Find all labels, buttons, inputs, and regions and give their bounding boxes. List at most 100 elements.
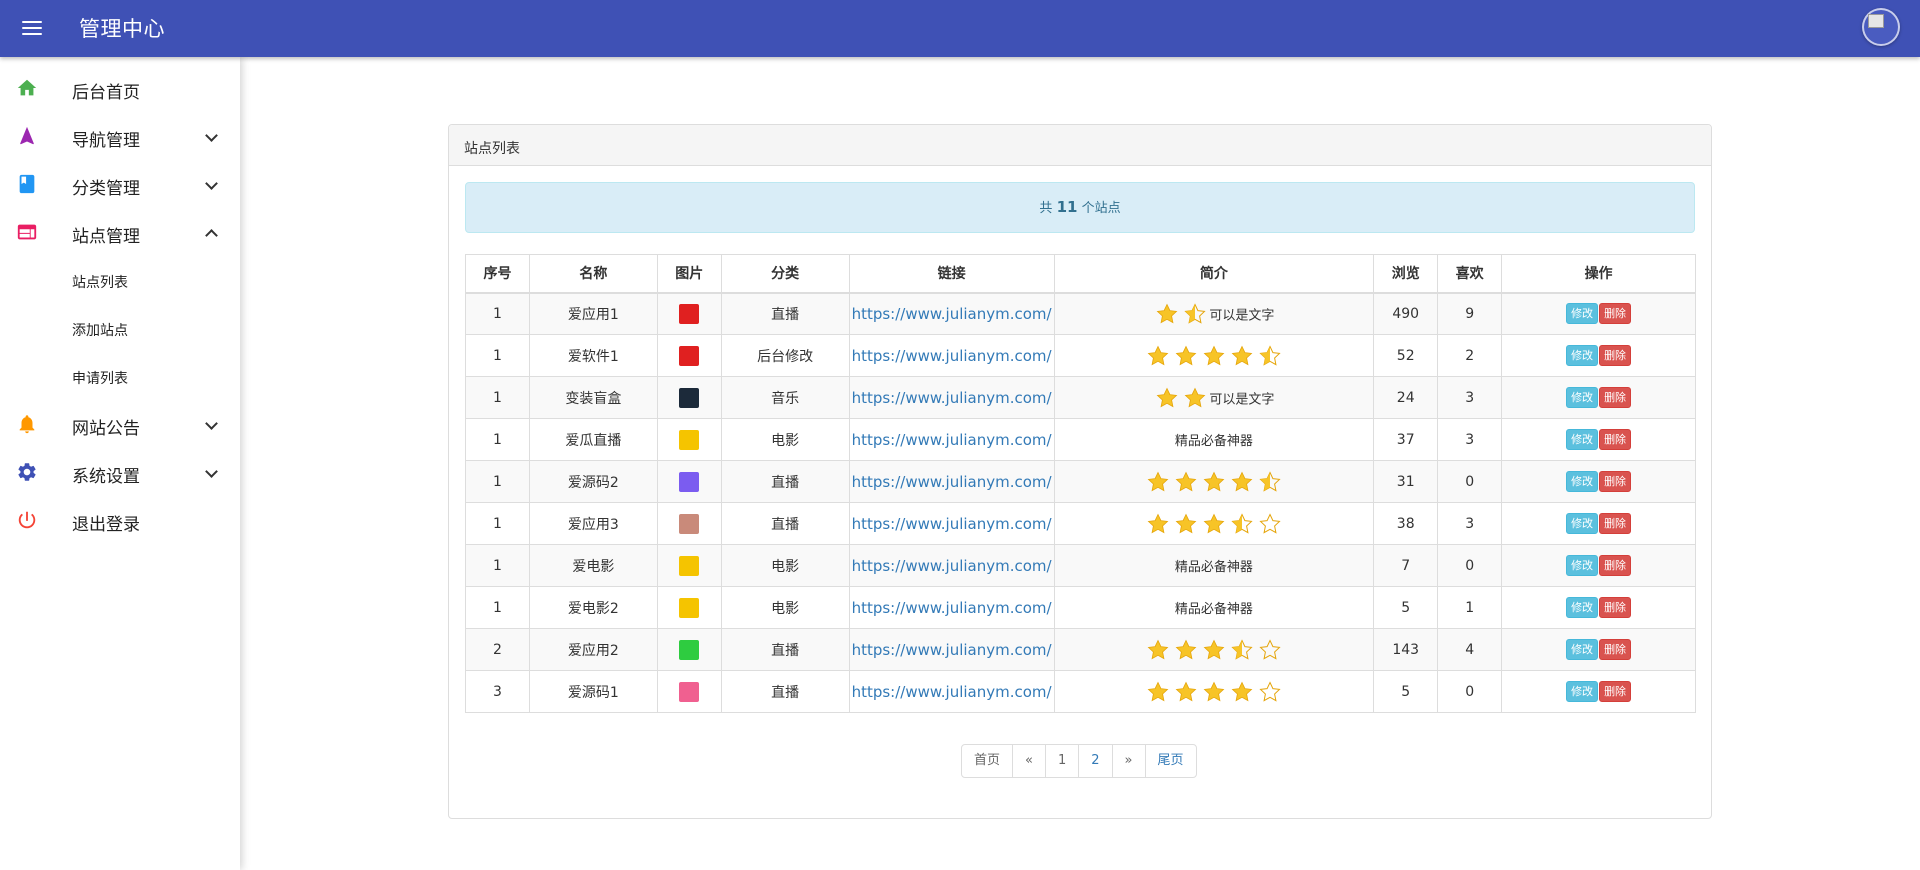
delete-button[interactable]: 删除 — [1599, 681, 1632, 702]
edit-button[interactable]: 修改 — [1566, 303, 1599, 325]
sidebar-item-category-manage[interactable]: 分类管理 — [0, 160, 240, 208]
home-icon — [17, 79, 37, 96]
sidebar-item-settings[interactable]: 系统设置 — [0, 448, 240, 496]
edit-button[interactable]: 修改 — [1566, 597, 1599, 618]
cell-category: 直播 — [720, 628, 850, 671]
star-filled-icon — [1146, 680, 1170, 704]
site-thumbnail-icon — [679, 345, 700, 366]
star-empty-icon — [1258, 638, 1282, 662]
hamburger-icon[interactable] — [20, 16, 44, 40]
site-link[interactable]: https://www.julianym.com/ — [852, 641, 1052, 659]
table-row: 1 爱源码2 直播 https://www.julianym.com/31 0 修改 删除 — [465, 460, 1696, 503]
site-link[interactable]: https://www.julianym.com/ — [852, 431, 1052, 449]
cell-image — [656, 376, 722, 419]
site-thumbnail-icon — [679, 303, 700, 324]
site-link[interactable]: https://www.julianym.com/ — [852, 473, 1052, 491]
app-title: 管理中心 — [79, 17, 165, 41]
page-1[interactable]: 1 — [1044, 745, 1078, 777]
cell-category: 电影 — [720, 418, 850, 461]
delete-button[interactable]: 删除 — [1599, 429, 1632, 450]
cell-name: 爱源码1 — [528, 670, 658, 713]
cell-link: https://www.julianym.com/ — [848, 502, 1055, 545]
page-2[interactable]: 2 — [1078, 745, 1111, 777]
star-filled-icon — [1146, 638, 1170, 662]
cell-category: 后台修改 — [720, 334, 850, 377]
sidebar-item-nav-manage[interactable]: 导航管理 — [0, 112, 240, 160]
page-prev[interactable]: « — [1012, 745, 1045, 777]
cell-likes: 3 — [1437, 502, 1503, 545]
site-link[interactable]: https://www.julianym.com/ — [852, 557, 1052, 575]
sidebar-subitem-applications[interactable]: 申请列表 — [0, 356, 240, 396]
sidebar-subitem-site-list[interactable]: 站点列表 — [0, 260, 240, 300]
cell-link: https://www.julianym.com/ — [848, 670, 1055, 713]
delete-button[interactable]: 删除 — [1599, 471, 1632, 492]
cell-views: 24 — [1373, 376, 1439, 419]
edit-button[interactable]: 修改 — [1566, 345, 1599, 366]
sidebar-item-logout[interactable]: 退出登录 — [0, 496, 240, 544]
star-empty-icon — [1258, 680, 1282, 704]
site-link[interactable]: https://www.julianym.com/ — [852, 515, 1052, 533]
cell-actions: 修改 删除 — [1501, 586, 1696, 629]
column-header: 喜欢 — [1437, 254, 1503, 294]
sidebar-subitem-label: 申请列表 — [72, 371, 128, 387]
star-filled-icon — [1202, 512, 1226, 536]
cell-actions: 修改 删除 — [1501, 418, 1696, 461]
cell-intro — [1053, 670, 1375, 713]
cell-category: 直播 — [720, 460, 850, 503]
site-thumbnail-icon — [679, 555, 700, 576]
delete-button[interactable]: 删除 — [1599, 639, 1632, 660]
star-half-icon — [1258, 344, 1282, 368]
edit-button[interactable]: 修改 — [1566, 639, 1599, 660]
site-link[interactable]: https://www.julianym.com/ — [852, 347, 1052, 365]
sidebar-item-label: 站点管理 — [72, 227, 140, 247]
delete-button[interactable]: 删除 — [1599, 345, 1632, 366]
star-filled-icon — [1146, 470, 1170, 494]
sidebar-item-announcements[interactable]: 网站公告 — [0, 400, 240, 448]
page-last[interactable]: 尾页 — [1144, 745, 1196, 777]
sidebar-subitem-add-site[interactable]: 添加站点 — [0, 308, 240, 348]
cell-image — [656, 544, 722, 587]
star-filled-icon — [1230, 344, 1254, 368]
intro-text: 精品必备神器 — [1174, 602, 1253, 617]
cell-actions: 修改 删除 — [1501, 376, 1696, 419]
delete-button[interactable]: 删除 — [1599, 555, 1632, 576]
star-filled-icon — [1202, 344, 1226, 368]
site-table: 序号 名称 图片 分类 链接 简介 浏览 喜欢 操作 1 爱应用1 直播 https://www.ju… — [465, 254, 1696, 713]
gear-icon — [18, 463, 36, 481]
delete-button[interactable]: 删除 — [1599, 387, 1632, 408]
site-link[interactable]: https://www.julianym.com/ — [852, 683, 1052, 701]
sidebar-item-dashboard[interactable]: 后台首页 — [0, 64, 240, 112]
edit-button[interactable]: 修改 — [1566, 471, 1599, 492]
cell-image — [656, 334, 722, 377]
page-first[interactable]: 首页 — [962, 745, 1012, 777]
cell-views: 5 — [1373, 586, 1439, 629]
site-link[interactable]: https://www.julianym.com/ — [852, 599, 1052, 617]
cell-views: 38 — [1373, 502, 1439, 545]
delete-button[interactable]: 删除 — [1599, 513, 1632, 534]
sidebar-item-site-manage[interactable]: 站点管理 — [0, 208, 240, 256]
cell-name: 爱电影 — [528, 544, 658, 587]
star-filled-icon — [1202, 680, 1226, 704]
page-next[interactable]: » — [1111, 745, 1145, 777]
cell-intro: 精品必备神器 — [1053, 586, 1375, 629]
pagination: 首页 « 1 2 » 尾页 — [961, 744, 1197, 778]
edit-button[interactable]: 修改 — [1566, 513, 1599, 534]
edit-button[interactable]: 修改 — [1566, 555, 1599, 576]
star-half-icon — [1258, 470, 1282, 494]
cell-views: 5 — [1373, 670, 1439, 713]
cell-no: 1 — [465, 292, 530, 335]
avatar[interactable] — [1862, 8, 1900, 46]
intro-text: 精品必备神器 — [1174, 434, 1253, 449]
edit-button[interactable]: 修改 — [1566, 681, 1599, 702]
edit-button[interactable]: 修改 — [1566, 429, 1599, 450]
delete-button[interactable]: 删除 — [1599, 597, 1632, 618]
cell-no: 1 — [465, 334, 530, 377]
sidebar: 后台首页 导航管理 分类管理 站点管理 站点列表 添加站点 申请列表 网站公告 … — [0, 57, 240, 870]
star-filled-icon — [1146, 512, 1170, 536]
cell-actions: 修改 删除 — [1501, 460, 1696, 503]
delete-button[interactable]: 删除 — [1599, 303, 1632, 325]
cell-views: 7 — [1373, 544, 1439, 587]
site-link[interactable]: https://www.julianym.com/ — [852, 389, 1052, 407]
edit-button[interactable]: 修改 — [1566, 387, 1599, 408]
site-link[interactable]: https://www.julianym.com/ — [852, 305, 1052, 323]
